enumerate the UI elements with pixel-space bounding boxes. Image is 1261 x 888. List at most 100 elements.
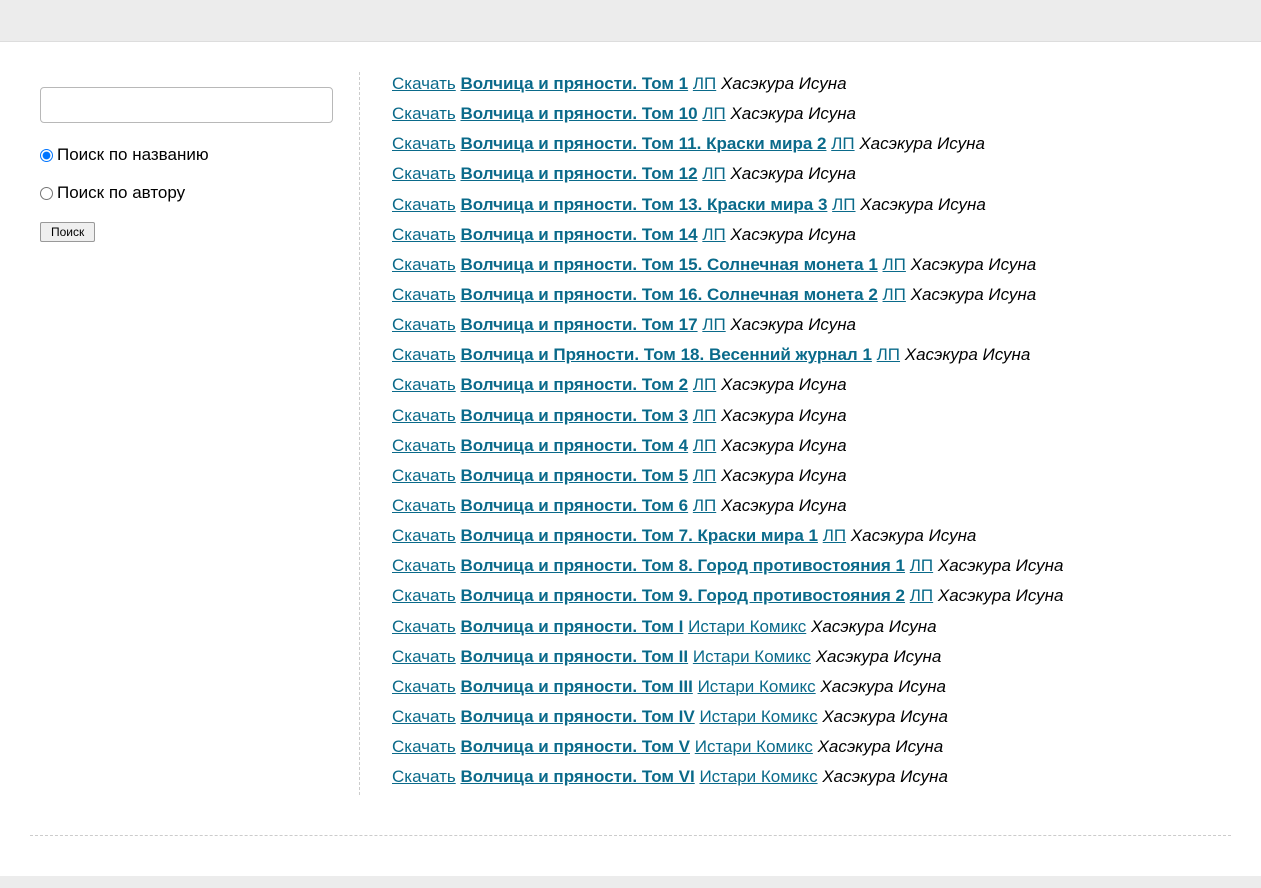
book-author: Хасэкура Исуна: [860, 195, 986, 214]
search-input[interactable]: [40, 87, 333, 123]
book-series-link[interactable]: ЛП: [693, 406, 716, 425]
download-link[interactable]: Скачать: [392, 104, 456, 123]
book-series-link[interactable]: Истари Комикс: [698, 677, 816, 696]
book-series-link[interactable]: ЛП: [832, 195, 855, 214]
book-title-link[interactable]: Волчица и пряности. Том V: [460, 737, 690, 756]
book-title: Волчица и пряности. Том 12: [460, 164, 697, 183]
book-series-link[interactable]: Истари Комикс: [688, 617, 806, 636]
book-series-link[interactable]: Истари Комикс: [695, 737, 813, 756]
book-row: Скачать Волчица и пряности. Том II Истар…: [392, 645, 1231, 670]
top-bar: [0, 0, 1261, 42]
download-link[interactable]: Скачать: [392, 285, 456, 304]
book-title-link[interactable]: Волчица и пряности. Том 8. Город противо…: [460, 556, 905, 575]
book-series-link[interactable]: ЛП: [702, 225, 725, 244]
search-button[interactable]: Поиск: [40, 222, 95, 242]
book-title: Волчица и пряности. Том 2: [460, 375, 688, 394]
book-series-link[interactable]: ЛП: [693, 496, 716, 515]
book-title-link[interactable]: Волчица и пряности. Том 10: [460, 104, 697, 123]
book-list: Скачать Волчица и пряности. Том 1 ЛП Хас…: [380, 72, 1231, 795]
book-title-link[interactable]: Волчица и пряности. Том 4: [460, 436, 688, 455]
book-title-link[interactable]: Волчица и пряности. Том 9. Город противо…: [460, 586, 905, 605]
download-link[interactable]: Скачать: [392, 586, 456, 605]
download-link[interactable]: Скачать: [392, 526, 456, 545]
book-author: Хасэкура Исуна: [721, 375, 847, 394]
book-title-link[interactable]: Волчица и пряности. Том 11. Краски мира …: [460, 134, 826, 153]
book-series-link[interactable]: Истари Комикс: [699, 707, 817, 726]
book-title-link[interactable]: Волчица и пряности. Том 17: [460, 315, 697, 334]
book-series-link[interactable]: ЛП: [910, 556, 933, 575]
book-series-link[interactable]: ЛП: [693, 375, 716, 394]
book-title-link[interactable]: Волчица и пряности. Том 6: [460, 496, 688, 515]
book-series-link[interactable]: ЛП: [823, 526, 846, 545]
book-title-link[interactable]: Волчица и пряности. Том VI: [460, 767, 694, 786]
book-title-link[interactable]: Волчица и пряности. Том 14: [460, 225, 697, 244]
book-series-link[interactable]: ЛП: [883, 255, 906, 274]
book-title-link[interactable]: Волчица и пряности. Том 7. Краски мира 1: [460, 526, 817, 545]
book-title-link[interactable]: Волчица и пряности. Том III: [460, 677, 692, 696]
book-series-link[interactable]: ЛП: [702, 315, 725, 334]
book-series-link[interactable]: ЛП: [831, 134, 854, 153]
download-link[interactable]: Скачать: [392, 375, 456, 394]
book-author: Хасэкура Исуна: [859, 134, 985, 153]
book-series-link[interactable]: ЛП: [910, 586, 933, 605]
book-title-link[interactable]: Волчица и пряности. Том 12: [460, 164, 697, 183]
book-row: Скачать Волчица и пряности. Том V Истари…: [392, 735, 1231, 760]
book-title-link[interactable]: Волчица и пряности. Том 5: [460, 466, 688, 485]
book-series-link[interactable]: Истари Комикс: [693, 647, 811, 666]
book-title-link[interactable]: Волчица и пряности. Том 2: [460, 375, 688, 394]
download-link[interactable]: Скачать: [392, 556, 456, 575]
book-title-link[interactable]: Волчица и пряности. Том 15. Солнечная мо…: [460, 255, 877, 274]
book-title: Волчица и пряности. Том 10: [460, 104, 697, 123]
book-title-link[interactable]: Волчица и пряности. Том 3: [460, 406, 688, 425]
download-link[interactable]: Скачать: [392, 315, 456, 334]
bottom-bar: [0, 876, 1261, 888]
book-title-link[interactable]: Волчица и пряности. Том 13. Краски мира …: [460, 195, 827, 214]
book-author: Хасэкура Исуна: [938, 586, 1064, 605]
book-series-link[interactable]: ЛП: [877, 345, 900, 364]
book-author: Хасэкура Исуна: [822, 707, 948, 726]
book-title: Волчица и пряности. Том IV: [460, 707, 694, 726]
book-series-link[interactable]: ЛП: [693, 466, 716, 485]
book-series-link[interactable]: ЛП: [702, 164, 725, 183]
book-series-link[interactable]: ЛП: [702, 104, 725, 123]
radio-label-author: Поиск по автору: [57, 183, 185, 203]
book-row: Скачать Волчица и Пряности. Том 18. Весе…: [392, 343, 1231, 368]
radio-search-by-title[interactable]: [40, 149, 53, 162]
download-link[interactable]: Скачать: [392, 225, 456, 244]
book-row: Скачать Волчица и пряности. Том 1 ЛП Хас…: [392, 72, 1231, 97]
book-title: Волчица и пряности. Том V: [460, 737, 690, 756]
download-link[interactable]: Скачать: [392, 255, 456, 274]
book-row: Скачать Волчица и пряности. Том 8. Город…: [392, 554, 1231, 579]
book-series-link[interactable]: ЛП: [693, 74, 716, 93]
book-series-link[interactable]: ЛП: [883, 285, 906, 304]
book-title-link[interactable]: Волчица и пряности. Том I: [460, 617, 683, 636]
book-title-link[interactable]: Волчица и пряности. Том 1: [460, 74, 688, 93]
book-title-link[interactable]: Волчица и Пряности. Том 18. Весенний жур…: [460, 345, 871, 364]
download-link[interactable]: Скачать: [392, 345, 456, 364]
download-link[interactable]: Скачать: [392, 436, 456, 455]
radio-label-title: Поиск по названию: [57, 145, 209, 165]
book-series-link[interactable]: ЛП: [693, 436, 716, 455]
download-link[interactable]: Скачать: [392, 134, 456, 153]
download-link[interactable]: Скачать: [392, 707, 456, 726]
download-link[interactable]: Скачать: [392, 164, 456, 183]
download-link[interactable]: Скачать: [392, 74, 456, 93]
book-title-link[interactable]: Волчица и пряности. Том IV: [460, 707, 694, 726]
download-link[interactable]: Скачать: [392, 647, 456, 666]
download-link[interactable]: Скачать: [392, 737, 456, 756]
book-title-link[interactable]: Волчица и пряности. Том 16. Солнечная мо…: [460, 285, 877, 304]
download-link[interactable]: Скачать: [392, 466, 456, 485]
download-link[interactable]: Скачать: [392, 767, 456, 786]
book-title: Волчица и пряности. Том 17: [460, 315, 697, 334]
book-row: Скачать Волчица и пряности. Том 13. Крас…: [392, 193, 1231, 218]
book-author: Хасэкура Исуна: [730, 164, 856, 183]
book-title-link[interactable]: Волчица и пряности. Том II: [460, 647, 688, 666]
book-series-link[interactable]: Истари Комикс: [699, 767, 817, 786]
book-row: Скачать Волчица и пряности. Том III Иста…: [392, 675, 1231, 700]
download-link[interactable]: Скачать: [392, 406, 456, 425]
download-link[interactable]: Скачать: [392, 195, 456, 214]
download-link[interactable]: Скачать: [392, 496, 456, 515]
radio-search-by-author[interactable]: [40, 187, 53, 200]
download-link[interactable]: Скачать: [392, 617, 456, 636]
download-link[interactable]: Скачать: [392, 677, 456, 696]
